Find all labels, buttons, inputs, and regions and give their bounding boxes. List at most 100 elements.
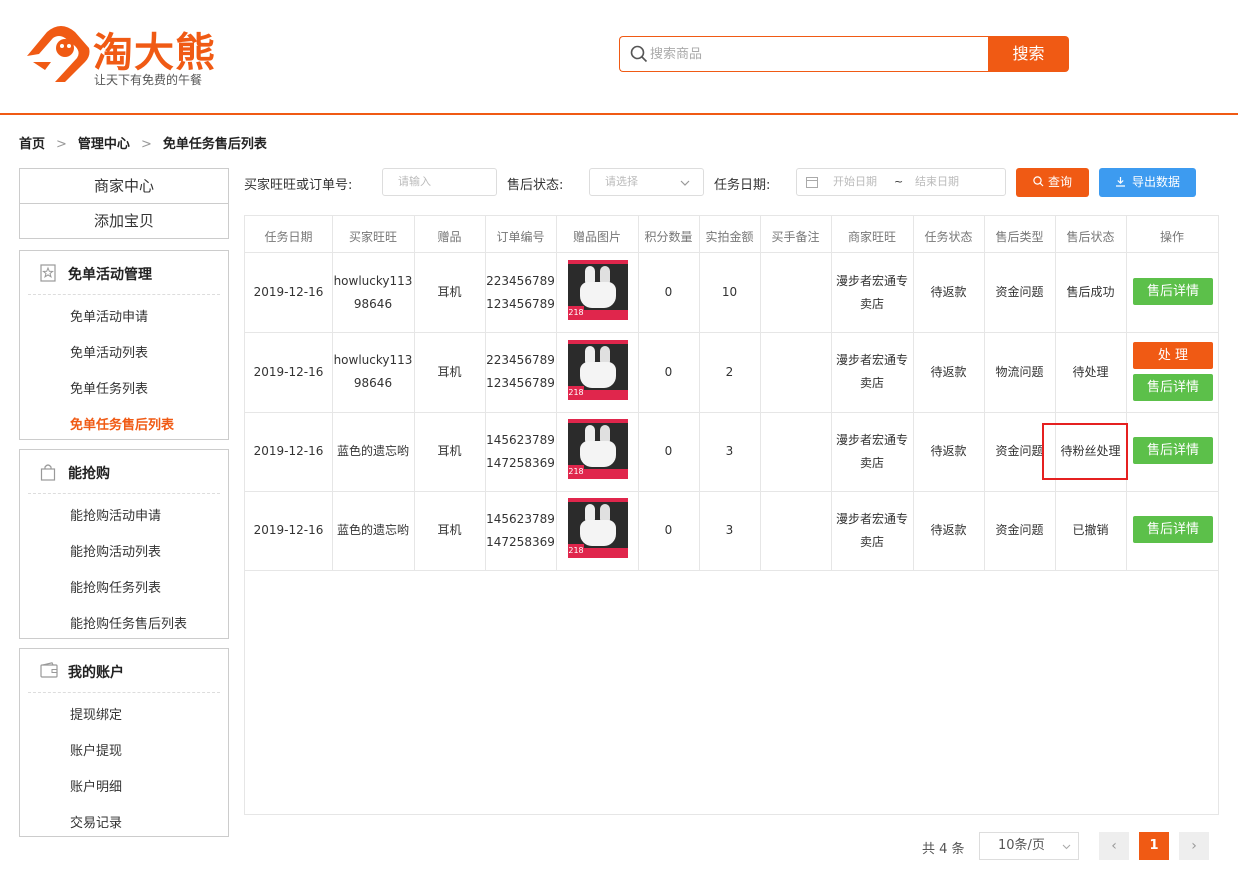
query-button[interactable]: 查询 [1016,168,1089,197]
cell-gift: 耳机 [437,285,462,299]
process-button[interactable]: 处 理 [1133,342,1213,369]
cell-amount: 10 [721,285,738,299]
header-buyer: 买家旺旺 [348,230,397,244]
date-range-input[interactable]: 开始日期 ~ 结束日期 [796,168,1006,196]
order-line: 147258369 [486,535,555,549]
highlight-annotation-box [1042,423,1128,480]
status-select[interactable]: 请选择 [589,168,704,196]
shop-line: 卖店 [859,297,884,311]
shop-line: 卖店 [859,376,884,390]
wallet-icon [40,662,58,678]
date-label: 任务日期: [714,178,771,193]
cell-points: 0 [664,285,673,299]
thumb-price: 218 [568,465,584,479]
cell-amount: 3 [725,444,734,458]
sidebar-merchant-center[interactable]: 商家中心 [19,168,229,204]
sidebar-group-flash-buy: 能抢购 能抢购活动申请 能抢购活动列表 能抢购任务列表 能抢购任务售后列表 [19,449,229,639]
aftersale-detail-button[interactable]: 售后详情 [1133,374,1213,401]
order-line: 123456789 [486,376,555,390]
sidebar-group-header[interactable]: 我的账户 [28,649,220,693]
gift-thumbnail[interactable]: 218 [568,419,628,479]
cell-amount: 2 [725,365,734,379]
order-line: 145623789 [486,512,555,526]
buyer-line: 98646 [353,297,393,311]
page-size-select[interactable]: 10条/页 [979,832,1079,860]
header-gift: 赠品 [437,230,462,244]
header-aftersale-type: 售后类型 [995,230,1044,244]
aftersale-detail-button[interactable]: 售后详情 [1133,278,1213,305]
shop-line: 漫步者宏通专 [835,433,908,447]
sidebar-item-free-apply[interactable]: 免单活动申请 [70,306,148,325]
cell-task-status: 待返款 [930,523,967,537]
search-button[interactable]: 搜索 [988,36,1069,72]
sidebar-item-flash-list[interactable]: 能抢购活动列表 [70,541,161,560]
cell-aftersale-type: 资金问题 [995,285,1044,299]
cell-date: 2019-12-16 [253,285,324,299]
next-page-button[interactable]: › [1179,832,1209,860]
sidebar-item-transactions[interactable]: 交易记录 [70,812,122,831]
breadcrumb-management[interactable]: 管理中心 [78,137,130,152]
search-input[interactable] [650,43,980,65]
gift-thumbnail[interactable]: 218 [568,340,628,400]
breadcrumb-separator: > [56,137,67,152]
table-row: 2019-12-16 howlucky113 98646 耳机 223456789… [245,333,1218,413]
header-shop: 商家旺旺 [847,230,896,244]
breadcrumb-home[interactable]: 首页 [19,137,45,152]
status-label: 售后状态: [507,178,564,193]
cell-buyer: 蓝色的遗忘哟 [336,444,409,458]
sidebar-item-flash-task-list[interactable]: 能抢购任务列表 [70,577,161,596]
search-icon [1033,176,1044,187]
thumb-price: 218 [568,306,584,320]
aftersale-detail-button[interactable]: 售后详情 [1133,516,1213,543]
logo[interactable]: 淘大熊 让天下有免费的午餐 [25,22,225,92]
query-button-label: 查询 [1047,175,1072,189]
header-aftersale-status: 售后状态 [1066,230,1115,244]
cell-task-status: 待返款 [930,285,967,299]
sidebar-item-withdraw-bind[interactable]: 提现绑定 [70,704,122,723]
page-size-value: 10条/页 [998,838,1045,853]
gift-thumbnail[interactable]: 218 [568,498,628,558]
table-row: 2019-12-16 howlucky113 98646 耳机 223456789… [245,253,1218,333]
export-button[interactable]: 导出数据 [1099,168,1196,197]
sidebar-group-header[interactable]: 免单活动管理 [28,251,220,295]
sidebar-item-flash-apply[interactable]: 能抢购活动申请 [70,505,161,524]
filter-bar: 买家旺旺或订单号: 请输入 售后状态: 请选择 任务日期: 开始日期 ~ 结束日… [244,168,1224,198]
cell-points: 0 [664,523,673,537]
cell-amount: 3 [725,523,734,537]
shop-line: 漫步者宏通专 [835,353,908,367]
brand-slogan: 让天下有免费的午餐 [94,73,203,87]
export-button-label: 导出数据 [1131,175,1180,189]
table-header: 任务日期 买家旺旺 赠品 订单编号 赠品图片 积分数量 实拍金额 买手备注 商家… [245,216,1218,253]
cell-buyer: howlucky113 98646 [332,270,414,316]
sidebar-item-flash-aftersale[interactable]: 能抢购任务售后列表 [70,613,187,632]
cell-date: 2019-12-16 [253,365,324,379]
breadcrumb-current: 免单任务售后列表 [162,137,267,152]
sidebar-group-header[interactable]: 能抢购 [28,450,220,494]
cell-order: 223456789 123456789 [485,349,556,395]
shop-line: 漫步者宏通专 [835,274,908,288]
search-box [619,36,989,72]
sidebar-item-account-detail[interactable]: 账户明细 [70,776,122,795]
cell-aftersale-type: 资金问题 [995,523,1044,537]
table-row: 2019-12-16 蓝色的遗忘哟 耳机 145623789 147258369 … [245,491,1218,571]
buyer-input[interactable]: 请输入 [382,168,497,196]
cell-order: 223456789 123456789 [485,270,556,316]
cell-shop: 漫步者宏通专 卖店 [831,270,913,316]
aftersale-detail-button[interactable]: 售后详情 [1133,437,1213,464]
cell-gift: 耳机 [437,523,462,537]
page-1-button[interactable]: 1 [1139,832,1169,860]
calendar-icon [806,177,818,188]
pagination: 共 4 条 10条/页 ‹ 1 › [900,831,1230,861]
prev-page-button[interactable]: ‹ [1099,832,1129,860]
chevron-down-icon [680,180,690,186]
gift-thumbnail[interactable]: 218 [568,260,628,320]
sidebar-group-title: 我的账户 [68,665,124,681]
date-end-placeholder: 结束日期 [915,175,959,188]
cell-shop: 漫步者宏通专 卖店 [831,429,913,475]
sidebar-add-product[interactable]: 添加宝贝 [19,203,229,239]
sidebar-item-free-task-list[interactable]: 免单任务列表 [70,378,148,397]
sidebar-item-free-aftersale[interactable]: 免单任务售后列表 [70,414,174,433]
header-points: 积分数量 [644,230,693,244]
sidebar-item-free-list[interactable]: 免单活动列表 [70,342,148,361]
sidebar-item-withdraw[interactable]: 账户提现 [70,740,122,759]
